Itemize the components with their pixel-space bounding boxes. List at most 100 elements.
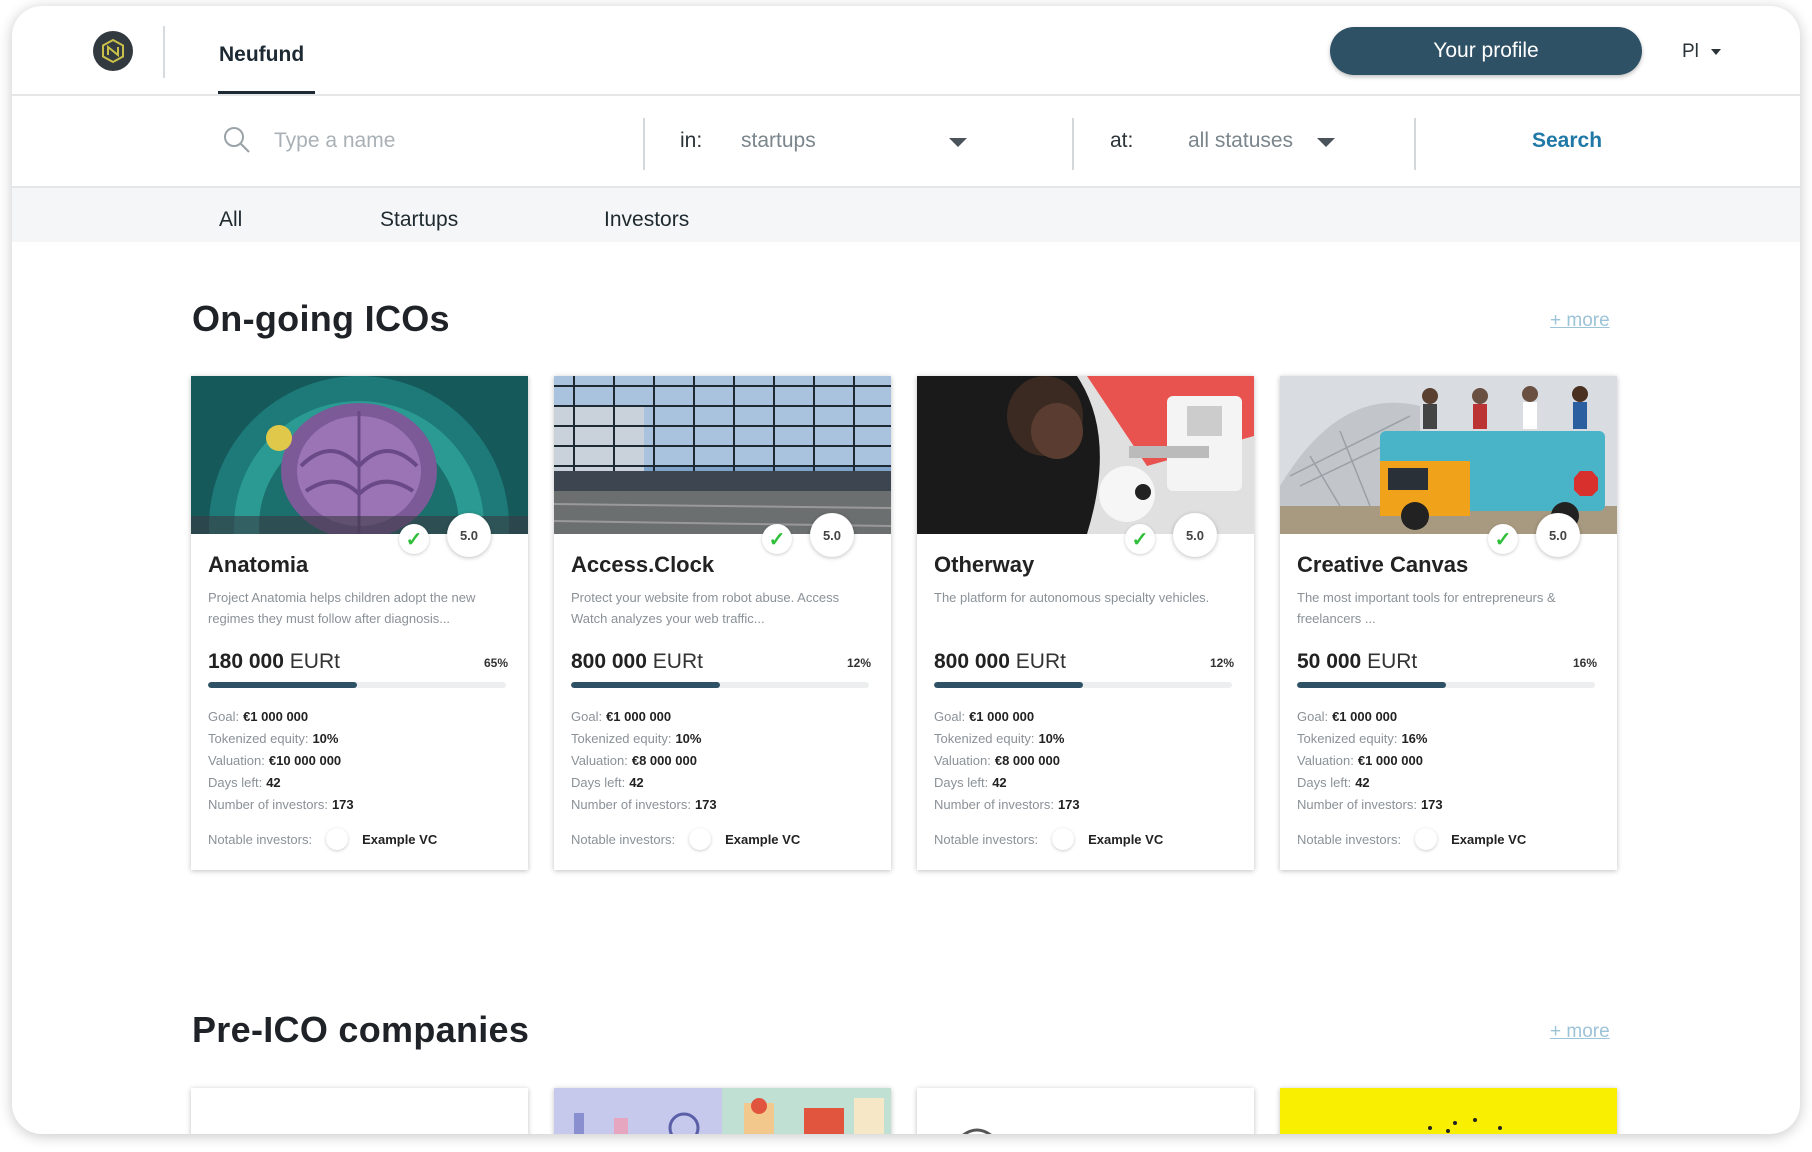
raised-amount: 800 000 EURt (934, 650, 1066, 674)
amount-value: 800 000 (934, 650, 1010, 673)
card-title[interactable]: Otherway (934, 552, 1034, 578)
progress-fill (208, 682, 357, 688)
card-description: Protect your website from robot abuse. A… (571, 590, 840, 626)
investor-avatar (689, 828, 712, 850)
raised-amount: 50 000 EURt (1297, 650, 1417, 674)
divider (643, 118, 645, 170)
investor-name[interactable]: Example VC (1451, 832, 1526, 847)
ico-card[interactable]: ✓ 5.0 Anatomia Project Anatomia helps ch… (191, 376, 528, 870)
tab-all[interactable]: All (219, 208, 242, 232)
stat-investors: Number of investors: 173 (571, 794, 717, 816)
stat-label: Goal: (208, 709, 240, 724)
stat-label: Tokenized equity: (208, 731, 309, 746)
card-description: Project Anatomia helps children adopt th… (208, 590, 476, 626)
stat-label: Valuation: (208, 753, 265, 768)
preico-card[interactable] (554, 1088, 891, 1134)
stat-valuation: Valuation: €8 000 000 (934, 750, 1080, 772)
stat-value: 42 (629, 775, 644, 790)
ico-card[interactable]: ✓ 5.0 Creative Canvas The most important… (1280, 376, 1617, 870)
progress-fill (934, 682, 1083, 688)
language-selector[interactable]: Pl (1682, 41, 1721, 63)
stat-label: Goal: (1297, 709, 1329, 724)
stat-days: Days left: 42 (208, 772, 354, 794)
stat-label: Days left: (571, 775, 626, 790)
stat-value: 173 (1420, 797, 1443, 812)
your-profile-button[interactable]: Your profile (1330, 27, 1642, 75)
progress-fill (1297, 682, 1446, 688)
card-title[interactable]: Access.Clock (571, 552, 714, 578)
progress-percent: 16% (1572, 656, 1597, 670)
chevron-down-icon[interactable] (1317, 138, 1335, 147)
progress-percent: 12% (846, 656, 871, 670)
verified-check-icon: ✓ (399, 524, 429, 554)
stat-days: Days left: 42 (1297, 772, 1443, 794)
stat-investors: Number of investors: 173 (1297, 794, 1443, 816)
ico-card[interactable]: ✓ 5.0 Otherway The platform for autonomo… (917, 376, 1254, 870)
progress-fill (571, 682, 720, 688)
raised-amount: 800 000 EURt (571, 650, 703, 674)
stat-label: Days left: (1297, 775, 1352, 790)
stat-label: Valuation: (571, 753, 628, 768)
preico-card[interactable] (917, 1088, 1254, 1134)
ico-card[interactable]: ✓ 5.0 Access.Clock Protect your website … (554, 376, 891, 870)
divider (1414, 118, 1416, 170)
rating-badge: 5.0 (447, 513, 491, 557)
stat-label: Notable investors: (1297, 831, 1402, 847)
progress-bar (571, 682, 869, 688)
active-tab-indicator (218, 91, 315, 94)
card-description: The platform for autonomous specialty ve… (934, 590, 1210, 605)
stat-value: €1 000 000 (606, 709, 672, 724)
investor-name[interactable]: Example VC (1088, 832, 1163, 847)
stat-value: 10% (1038, 731, 1065, 746)
more-link-ongoing[interactable]: + more (1550, 310, 1610, 332)
card-stats: Goal: €1 000 000 Tokenized equity: 10% Val… (208, 706, 354, 816)
card-image (1428, 1118, 1502, 1133)
preico-card[interactable] (191, 1088, 528, 1134)
notable-investors: Notable investors: Example VC (934, 828, 1163, 850)
stat-valuation: Valuation: €10 000 000 (208, 750, 354, 772)
neufund-logo-icon[interactable] (93, 31, 133, 71)
preico-card[interactable] (1280, 1088, 1617, 1134)
stat-value: 42 (266, 775, 281, 790)
category-select[interactable]: startups (741, 129, 816, 153)
more-link-preico[interactable]: + more (1550, 1021, 1610, 1043)
search-input[interactable] (272, 122, 616, 160)
status-select[interactable]: all statuses (1188, 129, 1293, 153)
stat-label: Notable investors: (934, 831, 1039, 847)
progress-bar (1297, 682, 1595, 688)
amount-value: 50 000 (1297, 650, 1362, 673)
stat-equity: Tokenized equity: 16% (1297, 728, 1443, 750)
investor-avatar (1052, 828, 1075, 850)
divider (1072, 118, 1074, 170)
tab-neufund[interactable]: Neufund (219, 43, 304, 67)
tab-investors[interactable]: Investors (604, 208, 689, 232)
stat-value: 16% (1401, 731, 1428, 746)
stat-label: Notable investors: (571, 831, 676, 847)
stat-label: Goal: (571, 709, 603, 724)
investor-name[interactable]: Example VC (725, 832, 800, 847)
investor-avatar (326, 828, 349, 850)
card-title[interactable]: Creative Canvas (1297, 552, 1468, 578)
card-title[interactable]: Anatomia (208, 552, 308, 578)
stat-goal: Goal: €1 000 000 (571, 706, 717, 728)
stat-label: Goal: (934, 709, 966, 724)
chevron-down-icon[interactable] (949, 138, 967, 147)
filter-tabs: All Startups Investors (12, 188, 1800, 242)
search-button[interactable]: Search (1532, 129, 1602, 153)
stat-days: Days left: 42 (571, 772, 717, 794)
language-label: Pl (1682, 41, 1699, 62)
progress-bar (934, 682, 1232, 688)
amount-value: 180 000 (208, 650, 284, 673)
rating-badge: 5.0 (810, 513, 854, 557)
search-icon (224, 127, 250, 153)
tab-startups[interactable]: Startups (380, 208, 458, 232)
investor-avatar (1415, 828, 1438, 850)
investor-name[interactable]: Example VC (362, 832, 437, 847)
stat-label: Tokenized equity: (1297, 731, 1398, 746)
stat-goal: Goal: €1 000 000 (934, 706, 1080, 728)
stat-value: €8 000 000 (631, 753, 697, 768)
card-stats: Goal: €1 000 000 Tokenized equity: 10% Val… (571, 706, 717, 816)
stat-value: €1 000 000 (243, 709, 309, 724)
progress-percent: 12% (1209, 656, 1234, 670)
section-title-preico: Pre-ICO companies (192, 1009, 530, 1050)
